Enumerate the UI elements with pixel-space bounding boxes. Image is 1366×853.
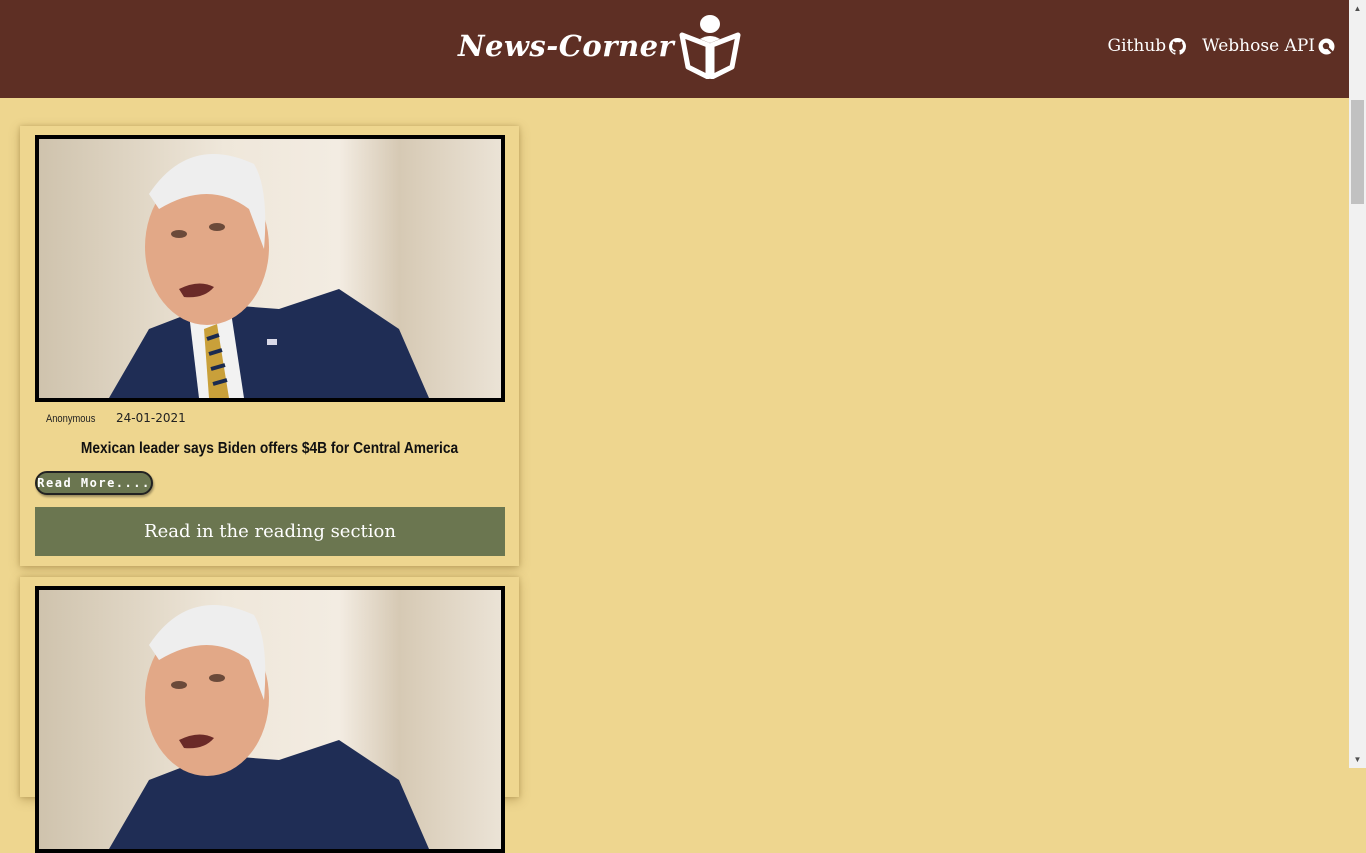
github-link[interactable]: Github [1108,36,1187,56]
scroll-up-arrow-icon[interactable]: ▲ [1349,0,1366,17]
github-link-label: Github [1107,36,1167,56]
scroll-down-arrow-icon[interactable]: ▼ [1349,751,1366,768]
article-photo [39,590,501,849]
brand[interactable]: News-Corner [458,10,742,82]
article-photo [39,139,501,398]
scroll-thumb[interactable] [1351,100,1364,204]
article-image[interactable] [35,135,505,402]
top-navbar: News-Corner Github Webhose API [0,0,1349,98]
news-card: Anonymous 24-01-2021 Mexican leader says… [20,126,519,566]
article-date: 24-01-2021 [116,411,186,425]
page-scrollbar[interactable]: ▲ ▼ [1349,0,1366,768]
github-icon [1169,37,1187,55]
webhose-link-label: Webhose API [1202,36,1315,56]
read-in-reading-section-button[interactable]: Read in the reading section [35,507,505,556]
read-more-button[interactable]: Read More.... [35,471,153,495]
brand-title: News-Corner [458,29,675,63]
article-meta: Anonymous 24-01-2021 [46,411,186,425]
news-card [20,577,519,853]
article-author: Anonymous [46,413,96,425]
reader-logo-icon [679,15,741,79]
webhose-icon [1318,38,1335,54]
nav-links: Github Webhose API [1092,36,1335,56]
webhose-link[interactable]: Webhose API [1202,36,1335,56]
article-image[interactable] [35,586,505,853]
article-title: Mexican leader says Biden offers $4B for… [80,440,459,457]
